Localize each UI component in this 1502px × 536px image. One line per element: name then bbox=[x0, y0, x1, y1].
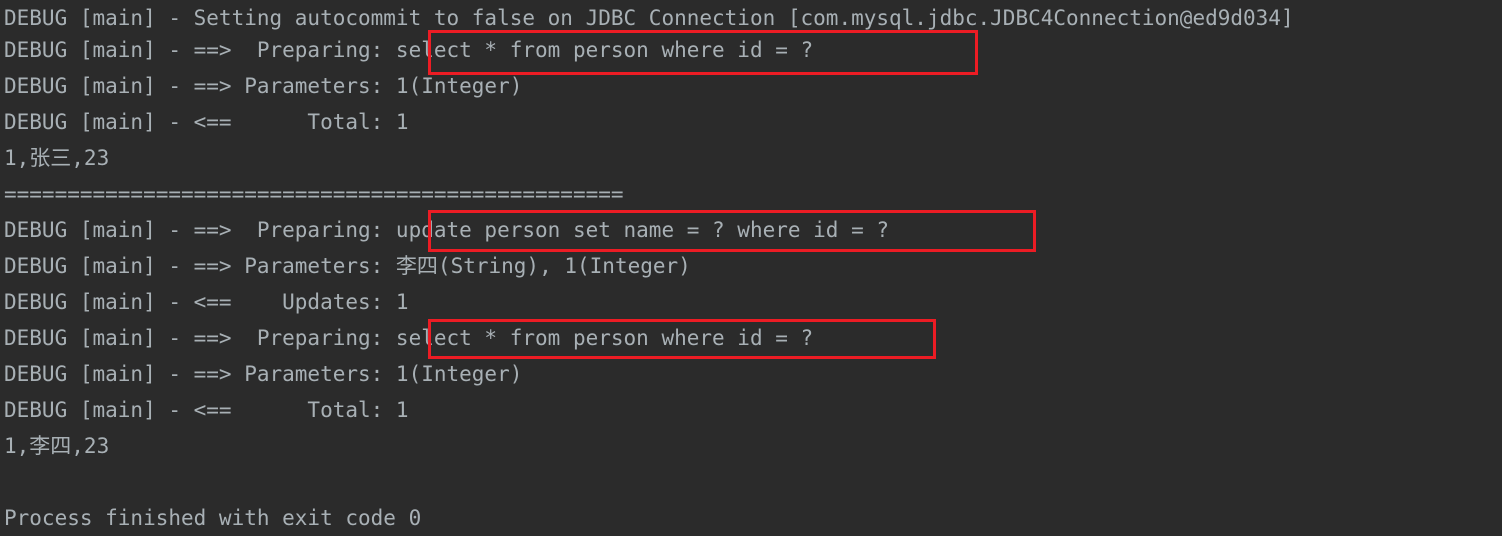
log-line: DEBUG [main] - ==> Preparing: select * f… bbox=[4, 38, 814, 62]
log-separator-line: ========================================… bbox=[4, 182, 624, 206]
log-line: DEBUG [main] - ==> Preparing: select * f… bbox=[4, 326, 814, 350]
log-line: 1,张三,23 bbox=[4, 146, 110, 170]
console-output-panel[interactable]: DEBUG [main] - Setting autocommit to fal… bbox=[0, 0, 1502, 530]
log-line: DEBUG [main] - ==> Parameters: 1(Integer… bbox=[4, 362, 523, 386]
log-line: DEBUG [main] - ==> Preparing: update per… bbox=[4, 218, 890, 242]
process-exit-line: Process finished with exit code 0 bbox=[4, 506, 422, 530]
log-line: DEBUG [main] - <== Updates: 1 bbox=[4, 290, 409, 314]
log-line: DEBUG [main] - ==> Parameters: 1(Integer… bbox=[4, 74, 523, 98]
log-line: DEBUG [main] - ==> Parameters: 李四(String… bbox=[4, 254, 691, 278]
log-line: DEBUG [main] - <== Total: 1 bbox=[4, 398, 409, 422]
log-line: DEBUG [main] - Setting autocommit to fal… bbox=[4, 6, 1294, 30]
log-line: DEBUG [main] - <== Total: 1 bbox=[4, 110, 409, 134]
log-line: 1,李四,23 bbox=[4, 434, 110, 458]
